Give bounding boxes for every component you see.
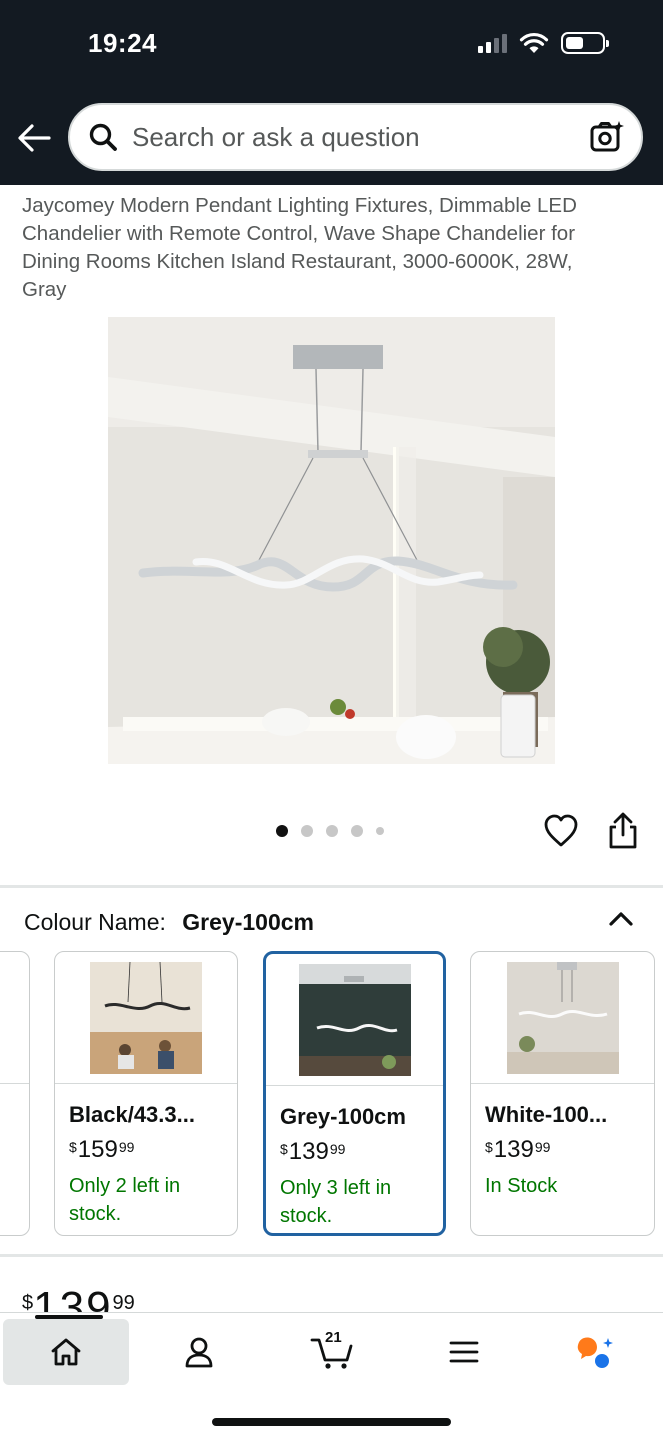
- product-title[interactable]: Jaycomey Modern Pendant Lighting Fixture…: [22, 192, 622, 304]
- price-currency: $: [280, 1141, 288, 1157]
- price-whole: 139: [493, 1136, 534, 1163]
- section-divider: [0, 1254, 663, 1257]
- home-icon: [51, 1338, 81, 1366]
- active-tab-indicator: [35, 1315, 103, 1319]
- battery-icon: [561, 32, 609, 54]
- arrow-left-icon: [18, 124, 51, 152]
- nav-assistant[interactable]: [533, 1319, 659, 1385]
- variation-price: $ 139 99: [280, 1138, 443, 1166]
- nav-home[interactable]: [3, 1315, 129, 1385]
- back-button[interactable]: [16, 120, 52, 156]
- variation-stock: Only 3 left in stock.: [280, 1177, 392, 1227]
- home-indicator: [212, 1418, 451, 1426]
- price-currency: $: [69, 1139, 77, 1155]
- status-time: 19:24: [88, 28, 157, 58]
- product-image[interactable]: [108, 317, 555, 764]
- collapse-chevron-up-icon[interactable]: [606, 904, 636, 934]
- variation-thumbnail: [90, 961, 202, 1074]
- nav-account[interactable]: [136, 1319, 262, 1385]
- carousel-dot[interactable]: [351, 825, 363, 837]
- carousel-dot[interactable]: [326, 825, 338, 837]
- nav-menu[interactable]: [401, 1319, 527, 1385]
- carousel-dot[interactable]: [276, 825, 288, 837]
- variation-stock: Only 2 left in stock.: [69, 1175, 181, 1225]
- variation-selected-value: Grey-100cm: [182, 909, 314, 935]
- app-header: 19:24: [0, 0, 663, 185]
- price-whole: 139: [288, 1138, 329, 1165]
- variation-thumbnail: [506, 961, 619, 1074]
- variation-name: Black/43.3...: [69, 1102, 195, 1127]
- price-cents: 99: [329, 1141, 346, 1157]
- camera-search-icon[interactable]: [589, 119, 625, 155]
- variation-swatch-selected[interactable]: Grey-100cm $ 139 99 Only 3 left in stock…: [263, 951, 446, 1236]
- cart-count-badge: 21: [325, 1329, 342, 1346]
- price-cents: 99: [118, 1139, 135, 1155]
- variation-swatch-partial[interactable]: [0, 951, 30, 1236]
- section-divider: [0, 885, 663, 888]
- image-carousel-indicator[interactable]: [276, 825, 384, 837]
- variation-label: Colour Name: Grey-100cm: [24, 909, 314, 936]
- carousel-dot[interactable]: [301, 825, 313, 837]
- search-bar[interactable]: [68, 103, 643, 171]
- price-whole: 159: [77, 1136, 118, 1163]
- price-cents: 99: [534, 1139, 551, 1155]
- variation-price: $ 159 99: [69, 1136, 237, 1164]
- wifi-icon: [519, 32, 549, 53]
- variation-name: Grey-100cm: [280, 1104, 406, 1129]
- share-icon[interactable]: [605, 812, 641, 850]
- price-currency: $: [485, 1139, 493, 1155]
- variation-swatch[interactable]: White-100... $ 139 99 In Stock: [470, 951, 655, 1236]
- variation-name: White-100...: [485, 1102, 608, 1127]
- variation-swatch[interactable]: Black/43.3... $ 159 99 Only 2 left in st…: [54, 951, 238, 1236]
- menu-icon: [449, 1341, 479, 1363]
- search-icon: [86, 120, 120, 154]
- variation-price: $ 139 99: [485, 1136, 654, 1164]
- cellular-signal-icon: [478, 33, 507, 53]
- assistant-icon: [577, 1337, 613, 1368]
- wishlist-heart-icon[interactable]: [543, 813, 579, 849]
- variation-stock: In Stock: [485, 1175, 558, 1197]
- search-input[interactable]: [132, 121, 589, 153]
- status-icons: [478, 32, 609, 54]
- person-icon: [185, 1337, 213, 1368]
- carousel-dot[interactable]: [376, 827, 384, 835]
- variation-label-text: Colour Name:: [24, 909, 166, 935]
- variation-thumbnail: [298, 963, 411, 1076]
